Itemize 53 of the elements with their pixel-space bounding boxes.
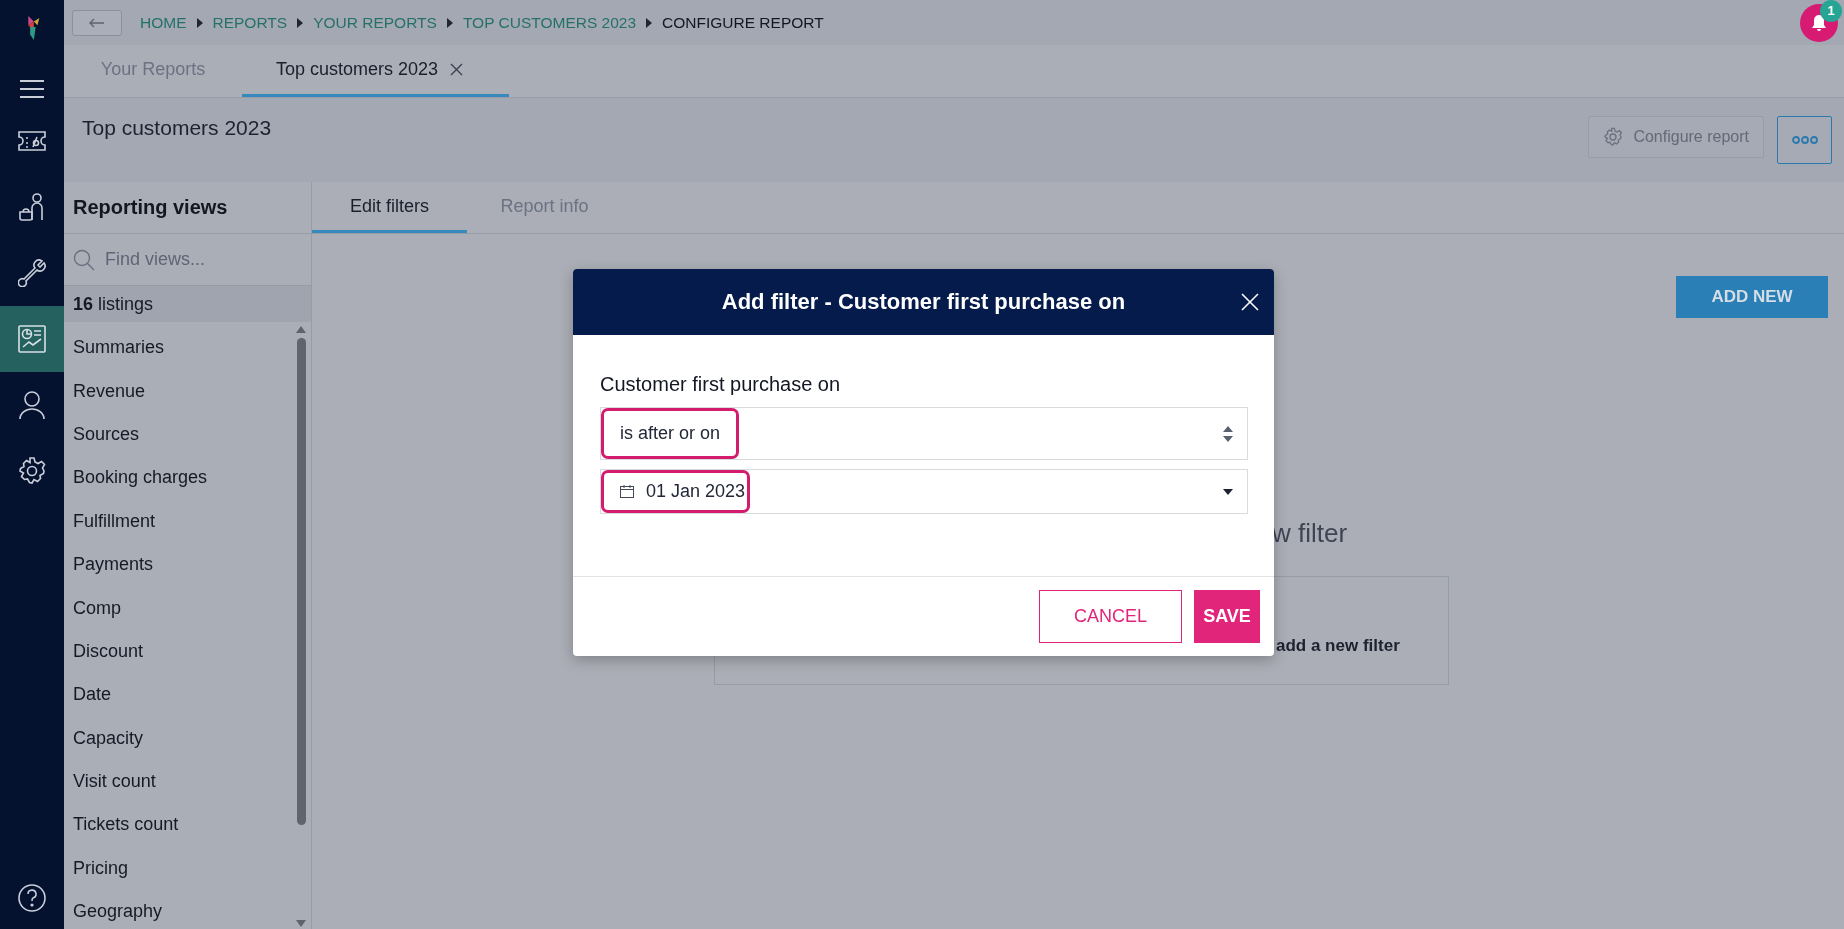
help-icon[interactable] (17, 883, 47, 913)
person-basket-icon (18, 192, 46, 222)
cancel-button[interactable]: CANCEL (1039, 590, 1182, 643)
scroll-up-icon[interactable] (296, 326, 306, 333)
view-list-item[interactable]: Tickets count (64, 803, 295, 847)
search-icon (73, 248, 95, 271)
view-list-item[interactable]: Booking charges (64, 456, 295, 500)
field-label: Customer first purchase on (600, 373, 842, 396)
view-list-item[interactable]: Payments (64, 542, 295, 587)
bell-icon (1811, 13, 1827, 32)
search-field[interactable]: Find views... (103, 248, 307, 271)
more-icon (1791, 136, 1818, 144)
view-list-item[interactable]: Comp (64, 586, 295, 630)
caret-icon (196, 17, 203, 28)
view-list-item[interactable]: Geography (64, 890, 295, 929)
empty-state-text: add a new filter (1276, 636, 1400, 656)
back-arrow-icon (89, 17, 105, 28)
view-list-item[interactable]: Revenue (64, 369, 295, 413)
report-icon (17, 324, 47, 354)
settings-icon (17, 456, 47, 486)
view-list-item[interactable]: Sources (64, 412, 295, 457)
dialog-title: Add filter - Customer first purchase on (721, 289, 1126, 315)
view-list-item[interactable]: Fulfillment (64, 499, 295, 543)
listings-count: 16 listings (73, 293, 154, 315)
view-list-item[interactable]: Visit count (64, 759, 295, 804)
sidebar-title: Reporting views (64, 182, 311, 234)
view-list-item[interactable]: Summaries (64, 326, 295, 370)
settings-icon (1603, 127, 1624, 147)
view-list-item[interactable]: Discount (64, 629, 295, 674)
calendar-icon (620, 485, 634, 498)
menu-icon (19, 79, 45, 99)
caret-icon (646, 17, 653, 28)
highlighted-value: is after or on (601, 408, 740, 459)
ticket-icon (17, 130, 47, 152)
content-tab[interactable]: Edit filters (312, 182, 467, 233)
wrench-icon (18, 259, 46, 287)
date-value: 01 Jan 2023 (646, 481, 746, 502)
tab-label: Top customers 2023 (276, 59, 439, 80)
date-picker[interactable]: 01 Jan 2023 (600, 469, 1248, 514)
person-icon (18, 390, 46, 420)
caret-icon (446, 17, 453, 28)
tab-label: Your Reports (100, 59, 206, 80)
condition-select[interactable]: is after or on (600, 407, 1248, 460)
caret-icon (1223, 488, 1233, 495)
scroll-down-icon[interactable] (296, 920, 306, 927)
save-button[interactable]: SAVE (1194, 590, 1260, 643)
caret-icon (297, 17, 304, 28)
notification-count: 1 (1820, 0, 1842, 22)
view-list-item[interactable]: Capacity (64, 716, 295, 760)
sort-arrows-icon (1223, 425, 1233, 442)
report-title: Top customers 2023 (82, 116, 272, 140)
view-list-item[interactable]: Pricing (64, 846, 295, 891)
view-list-item[interactable]: Date (64, 673, 295, 717)
